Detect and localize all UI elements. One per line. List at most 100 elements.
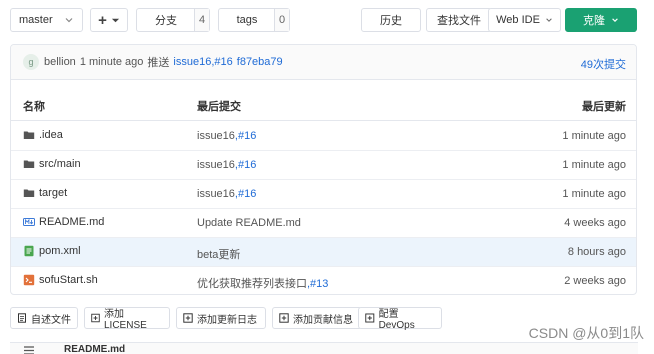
folder-icon [23,187,35,199]
readme-title: README.md [64,344,126,354]
clone-label: 克隆 [583,15,605,27]
commit-message-link[interactable]: issue16 [173,56,211,68]
last-update-time: 1 minute ago [562,188,626,200]
xml-file-icon [23,245,35,257]
commit-message[interactable]: 优化获取推荐列表接口 [197,278,307,290]
last-commit-cell: issue16,#16 [197,130,256,142]
find-file-button[interactable]: 查找文件 [426,8,492,32]
branch-select-value: master [19,14,53,26]
configure-devops-label: 配置 DevOps [378,309,415,331]
plus-square-icon [279,313,289,323]
document-icon [18,313,26,323]
commit-message[interactable]: issue16 [197,159,235,171]
file-name[interactable]: target [39,187,67,199]
commit-message[interactable]: issue16 [197,188,235,200]
commit-issue-link[interactable]: ,#16 [235,159,256,171]
add-changelog-button[interactable]: 添加更新日志 [176,307,266,329]
file-browser-panel: g bellion 1 minute ago 推送 issue16 ,#16 f8… [10,44,637,295]
add-contributing-label: 添加贡献信息 [293,314,353,326]
branch-select[interactable]: master [10,8,83,32]
table-row[interactable]: README.md Update README.md 4 weeks ago [11,209,636,238]
last-update-time: 2 weeks ago [564,275,626,287]
branches-label: 分支 [155,15,177,27]
configure-devops-button[interactable]: 配置 DevOps [358,307,442,331]
file-name-cell[interactable]: .idea [23,129,63,141]
web-ide-label: Web IDE [496,14,540,26]
header-last-update: 最后更新 [582,101,626,113]
repo-toolbar: master + 分支 4 tags 0 历史 查找文件 Web IDE 克隆 [10,8,638,32]
tags-counter[interactable]: tags 0 [218,8,290,32]
chevron-down-icon [612,18,618,22]
branches-count: 4 [194,9,209,31]
web-ide-button[interactable]: Web IDE [488,8,561,32]
commit-count-link[interactable]: 49次提交 [581,56,626,72]
readme-header: README.md [10,342,638,354]
history-button[interactable]: 历史 [361,8,421,32]
commit-sha-link[interactable]: f87eba79 [237,56,283,68]
commit-issue-link[interactable]: ,#16 [235,188,256,200]
table-row[interactable]: pom.xml beta更新 8 hours ago [11,238,636,267]
readme-button-label: 自述文件 [31,314,71,326]
plus-square-icon [91,313,100,323]
commit-issue-link[interactable]: ,#16 [235,130,256,142]
avatar[interactable]: g [23,54,39,70]
header-name: 名称 [23,101,45,113]
add-changelog-label: 添加更新日志 [197,314,257,326]
last-commit-cell: beta更新 [197,246,240,262]
file-table-header: 名称 最后提交 最后更新 [11,91,636,121]
tags-label: tags [236,14,258,26]
file-name[interactable]: pom.xml [39,245,81,257]
plus-icon: + [98,11,107,29]
add-license-label: 添加 LICENSE [104,309,147,331]
file-name-cell[interactable]: src/main [23,158,81,170]
file-name[interactable]: README.md [39,216,104,228]
commit-action: 推送 [147,57,170,69]
commit-time: 1 minute ago [79,56,144,68]
commit-message[interactable]: issue16 [197,130,235,142]
markdown-icon [23,216,35,228]
file-name[interactable]: .idea [39,129,63,141]
file-name-cell[interactable]: README.md [23,216,104,228]
commit-message[interactable]: Update README.md [197,217,301,229]
latest-commit-bar: g bellion 1 minute ago 推送 issue16 ,#16 f8… [11,45,636,80]
add-contributing-button[interactable]: 添加贡献信息 [272,307,362,329]
folder-icon [23,129,35,141]
table-row[interactable]: src/main issue16,#16 1 minute ago [11,151,636,180]
table-row[interactable]: .idea issue16,#16 1 minute ago [11,122,636,151]
last-update-time: 4 weeks ago [564,217,626,229]
tags-count: 0 [274,9,289,31]
last-commit-cell: 优化获取推荐列表接口,#13 [197,275,328,291]
folder-icon [23,158,35,170]
plus-square-icon [183,313,193,323]
file-name-cell[interactable]: target [23,187,67,199]
list-icon [24,346,34,354]
last-update-time: 8 hours ago [567,246,626,258]
last-commit-cell: issue16,#16 [197,159,256,171]
commit-author[interactable]: bellion [44,56,76,68]
last-update-time: 1 minute ago [562,130,626,142]
commit-issue-link[interactable]: ,#13 [307,278,328,290]
plus-square-icon [365,313,375,323]
caret-down-icon [111,18,119,22]
table-row[interactable]: target issue16,#16 1 minute ago [11,180,636,209]
file-name[interactable]: src/main [39,158,81,170]
chevron-down-icon [546,18,552,22]
last-commit-cell: Update README.md [197,217,301,229]
file-name-cell[interactable]: sofuStart.sh [23,274,98,286]
last-commit-cell: issue16,#16 [197,188,256,200]
add-file-button[interactable]: + [90,8,128,32]
shell-file-icon [23,274,35,286]
branches-counter[interactable]: 分支 4 [136,8,210,32]
table-row[interactable]: sofuStart.sh 优化获取推荐列表接口,#13 2 weeks ago [11,267,636,294]
commit-issue-link[interactable]: ,#16 [211,56,232,68]
header-last-commit: 最后提交 [197,101,241,113]
commit-message[interactable]: beta更新 [197,249,240,261]
clone-button[interactable]: 克隆 [565,8,637,32]
readme-button[interactable]: 自述文件 [10,307,78,329]
file-name[interactable]: sofuStart.sh [39,274,98,286]
watermark: CSDN @从0到1队 [528,325,644,341]
last-update-time: 1 minute ago [562,159,626,171]
file-name-cell[interactable]: pom.xml [23,245,81,257]
add-license-button[interactable]: 添加 LICENSE [84,307,170,331]
chevron-down-icon [65,18,73,23]
